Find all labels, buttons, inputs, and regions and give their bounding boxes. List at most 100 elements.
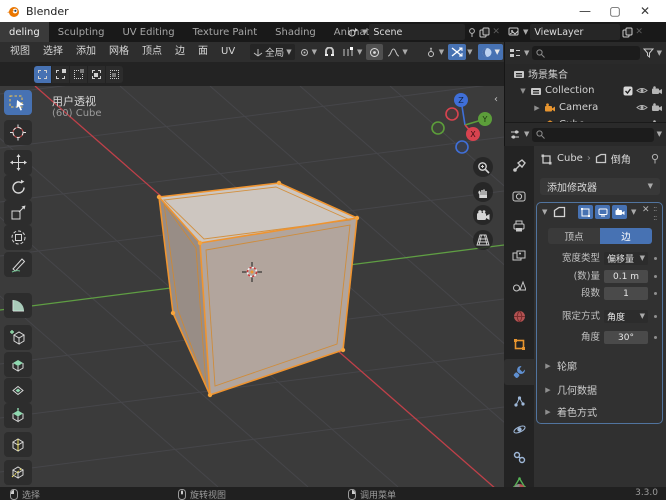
properties-search-input[interactable] xyxy=(532,127,654,142)
profile-section-header[interactable]: ▶ 轮廓 xyxy=(544,358,577,374)
outliner-scene-collection[interactable]: 场景集合 xyxy=(505,65,666,82)
modifier-editmode-toggle[interactable] xyxy=(578,205,593,219)
new-scene-icon[interactable] xyxy=(479,27,490,38)
select-mode-extend-button[interactable] xyxy=(52,65,69,83)
menu-mesh[interactable]: 网格 xyxy=(103,42,135,62)
zoom-view-button[interactable] xyxy=(473,157,493,177)
workspace-tab-sculpting[interactable]: Sculpting xyxy=(49,22,114,42)
disable-render-camera-icon[interactable] xyxy=(651,86,663,95)
tab-output[interactable] xyxy=(504,213,534,239)
outliner-search-input[interactable] xyxy=(532,46,640,60)
proportional-editing-toggle[interactable] xyxy=(366,44,384,60)
tool-transform[interactable] xyxy=(4,225,32,250)
workspace-tab-modeling[interactable]: deling xyxy=(0,22,49,42)
tab-render[interactable] xyxy=(504,183,534,209)
shading-mode-dropdown[interactable]: ▼ xyxy=(477,44,503,60)
geometry-section-header[interactable]: ▶ 几何数据 xyxy=(544,382,597,398)
select-mode-invert-button[interactable] xyxy=(88,65,105,83)
disable-render-camera-icon[interactable] xyxy=(651,103,663,112)
affect-vertices-button[interactable]: 顶点 xyxy=(548,228,600,244)
tab-material[interactable] xyxy=(504,476,534,487)
collection-checkbox[interactable] xyxy=(623,86,633,96)
viewlayer-dropdown-caret[interactable]: ▼ xyxy=(523,28,528,36)
tab-tool[interactable] xyxy=(504,153,534,179)
collection-expand-arrow[interactable]: ▼ xyxy=(519,87,527,95)
tool-measure[interactable] xyxy=(4,293,32,318)
tab-view-layer[interactable] xyxy=(504,243,534,269)
menu-view[interactable]: 视图 xyxy=(4,42,36,62)
xray-dropdown-caret[interactable]: ▼ xyxy=(467,48,472,56)
segments-animate-dot[interactable] xyxy=(654,292,657,295)
scene-name-field[interactable]: Scene xyxy=(369,24,466,40)
falloff-dropdown[interactable]: ▼ xyxy=(384,44,411,60)
select-mode-subtract-button[interactable] xyxy=(70,65,87,83)
add-modifier-button[interactable]: 添加修改器 ▼ xyxy=(540,178,660,195)
cube-mesh[interactable] xyxy=(156,180,360,398)
tab-scene[interactable] xyxy=(504,273,534,299)
segments-field[interactable]: 1 xyxy=(604,287,648,300)
tab-world[interactable] xyxy=(504,303,534,329)
shading-section-header[interactable]: ▶ 着色方式 xyxy=(544,404,597,420)
tab-physics[interactable] xyxy=(504,416,534,442)
breadcrumb-object-name[interactable]: Cube xyxy=(557,153,583,164)
tool-scale[interactable] xyxy=(4,200,32,225)
select-mode-new-button[interactable] xyxy=(34,65,51,83)
properties-editor-type-icon[interactable] xyxy=(509,129,521,140)
gizmo-minus-z-axis[interactable] xyxy=(455,140,469,154)
pin-id-icon[interactable] xyxy=(650,153,660,164)
viewlayer-icon[interactable] xyxy=(508,26,521,38)
menu-select[interactable]: 选择 xyxy=(37,42,69,62)
angle-field[interactable]: 30° xyxy=(604,331,648,344)
sidebar-collapse-arrow[interactable]: ‹ xyxy=(494,94,498,105)
tool-annotate[interactable] xyxy=(4,252,32,277)
3d-viewport[interactable]: 用户透视 (60) Cube Z Y X ‹ xyxy=(0,86,504,487)
width-type-dropdown[interactable]: 偏移量 ▼ xyxy=(604,252,648,265)
modifier-drag-handle[interactable]: :::: xyxy=(653,204,658,222)
affect-edges-button[interactable]: 边 xyxy=(600,228,652,244)
snap-settings-dropdown[interactable]: ▼ xyxy=(338,44,366,60)
camera-expand-arrow[interactable]: ▶ xyxy=(533,104,541,112)
menu-edge[interactable]: 边 xyxy=(169,42,191,62)
tool-rotate[interactable] xyxy=(4,175,32,200)
maximize-button[interactable]: ▢ xyxy=(600,0,630,22)
scene-icon[interactable] xyxy=(347,26,360,38)
limit-method-animate-dot[interactable] xyxy=(654,315,657,318)
scene-dropdown-caret[interactable]: ▼ xyxy=(362,28,367,36)
select-mode-intersect-button[interactable] xyxy=(106,65,123,83)
workspace-tab-shading[interactable]: Shading xyxy=(266,22,325,42)
gizmo-minus-x-axis[interactable] xyxy=(445,107,459,121)
menu-add[interactable]: 添加 xyxy=(70,42,102,62)
hide-viewport-eye-icon[interactable] xyxy=(636,86,648,95)
tab-modifiers[interactable] xyxy=(504,359,534,385)
modifier-extras-caret[interactable]: ▼ xyxy=(631,209,636,216)
modifier-delete-icon[interactable]: ✕ xyxy=(642,205,650,215)
hide-viewport-eye-icon[interactable] xyxy=(636,103,648,112)
amount-animate-dot[interactable] xyxy=(654,275,657,278)
remove-viewlayer-icon[interactable]: ✕ xyxy=(635,27,643,37)
tab-constraints[interactable] xyxy=(504,444,534,470)
breadcrumb-object-icon[interactable] xyxy=(540,153,553,165)
amount-field[interactable]: 0.1 m xyxy=(604,270,648,283)
perspective-toggle-button[interactable] xyxy=(473,230,493,250)
modifier-render-toggle[interactable] xyxy=(612,205,627,219)
xray-toggle[interactable] xyxy=(448,44,467,60)
tab-object[interactable] xyxy=(504,331,534,357)
modifier-expand-caret[interactable]: ▼ xyxy=(542,209,547,216)
properties-options-caret[interactable]: ▼ xyxy=(657,131,662,138)
tab-particles[interactable] xyxy=(504,388,534,414)
pivot-point-dropdown[interactable]: ▼ xyxy=(295,44,320,60)
gizmo-minus-y-axis[interactable] xyxy=(431,121,445,135)
pin-icon[interactable] xyxy=(467,27,477,38)
show-gizmos-dropdown[interactable]: ▼ xyxy=(421,44,448,60)
camera-view-button[interactable] xyxy=(473,205,493,225)
tool-inset-faces[interactable] xyxy=(4,378,32,403)
snap-toggle[interactable] xyxy=(320,44,338,60)
outliner-collection-row[interactable]: ▼ Collection xyxy=(505,82,666,99)
tool-knife[interactable] xyxy=(4,460,32,485)
tool-add-cube[interactable] xyxy=(4,325,32,350)
new-viewlayer-icon[interactable] xyxy=(622,27,633,38)
tool-select-box[interactable] xyxy=(4,90,32,115)
breadcrumb-modifier-name[interactable]: 倒角 xyxy=(611,151,631,166)
transform-orientation-dropdown[interactable]: 全局 ▼ xyxy=(250,44,295,60)
navigation-gizmo[interactable]: Z Y X xyxy=(430,91,500,161)
